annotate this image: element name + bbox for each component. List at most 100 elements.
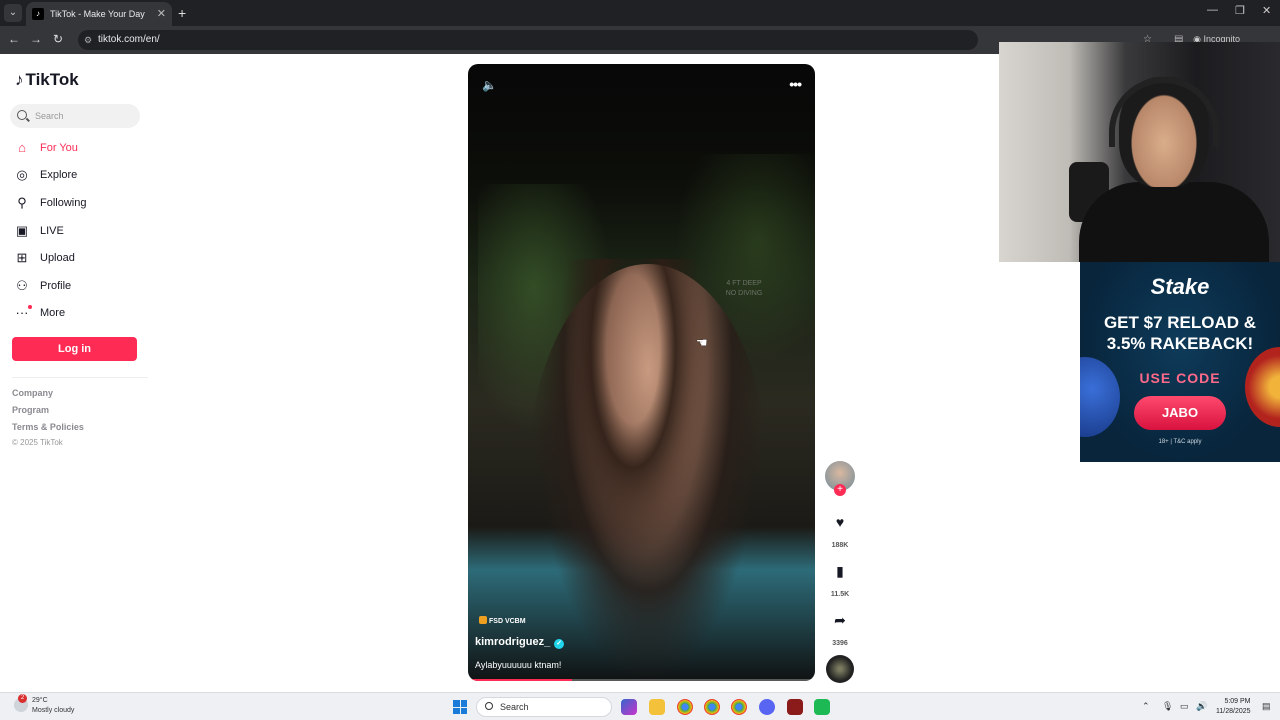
file-explorer-icon[interactable] [649,699,665,715]
chrome-icon[interactable] [677,699,693,715]
minimize-icon[interactable]: — [1207,4,1218,16]
video-caption: Aylabyuuuuuu ktnam! [475,660,562,670]
search-icon [17,110,27,120]
video-subject-hair [558,259,708,559]
footer-terms-link[interactable]: Terms & Policies [12,422,84,432]
tiktok-logo[interactable]: ♪ TikTok [15,70,79,90]
nav-label: Upload [40,252,75,264]
logo-text: TikTok [25,70,79,89]
site-info-icon[interactable]: ⚙ [84,30,92,50]
follow-plus-icon[interactable]: + [834,484,846,496]
tiktok-note-icon: ♪ [15,70,24,89]
ad-ball-graphic [1080,357,1120,437]
more-options-icon[interactable]: ••• [789,76,802,92]
network-icon[interactable]: ▭ [1180,701,1189,712]
video-author[interactable]: kimrodriguez_ ✓ [475,636,565,649]
taskbar-search-label: Search [500,702,529,712]
share-icon[interactable]: ➦ [829,609,851,631]
save-count: 11.5K [830,591,850,598]
nav-following[interactable]: ⚲ Following [12,192,86,214]
maximize-icon[interactable]: ❐ [1235,4,1245,17]
more-icon: ··· [14,305,32,321]
taskbar-search[interactable]: Search [476,697,612,717]
sidebar-divider [12,377,148,378]
browser-tab-bar: ⌄ ♪ TikTok - Make Your Day ✕ + — ❐ ✕ [0,0,1280,26]
discord-icon[interactable] [759,699,775,715]
nav-explore[interactable]: ◎ Explore [12,164,77,186]
ad-roulette-graphic [1245,347,1280,427]
streamer-webcam [999,42,1280,262]
microphone-tray-icon[interactable]: 🎙 [1162,701,1173,712]
ad-brand: Stake [1150,274,1210,299]
close-window-icon[interactable]: ✕ [1262,4,1271,17]
tray-overflow-icon[interactable]: ⌃ [1142,701,1150,712]
weather-widget[interactable]: 2 29°C Mostly cloudy [14,694,75,716]
tiktok-favicon-icon: ♪ [32,8,44,20]
clock-date: 11/28/2025 [1216,708,1251,715]
like-count: 188K [831,542,849,549]
volume-icon[interactable]: 🔊 [1196,701,1207,712]
nav-profile[interactable]: ⚇ Profile [12,275,71,297]
video-progress-bar[interactable] [468,679,815,681]
app-icon[interactable] [787,699,803,715]
copyright: © 2025 TikTok [12,438,63,447]
bookmark-icon[interactable]: ▮ [829,560,851,582]
weather-badge: 2 [18,694,27,703]
verified-icon: ✓ [554,639,565,649]
following-icon: ⚲ [17,195,27,210]
ad-terms: 18+ | T&C apply [1158,439,1202,445]
nav-upload[interactable]: ⊞ Upload [12,247,75,269]
footer-company-link[interactable]: Company [12,388,53,398]
ad-code-button[interactable]: JABO [1134,396,1226,430]
ad-use-code: USE CODE [1139,370,1221,386]
temperature: 29°C [32,697,48,704]
video-player[interactable]: 4 FT DEEP NO DIVING 🔈 ••• FSD VCBM kimro… [468,64,815,681]
tab-title: TikTok - Make Your Day [50,9,145,19]
footer-program-link[interactable]: Program [12,405,49,415]
streamer-body [1079,182,1269,262]
ad-headline-line: 3.5% RAKEBACK! [1106,334,1254,353]
login-button[interactable]: Log in [12,337,137,361]
nav-live[interactable]: ▣ LIVE [12,220,64,242]
browser-tab[interactable]: ♪ TikTok - Make Your Day ✕ [26,2,172,26]
video-progress-fill [468,679,573,681]
stake-ad[interactable]: Stake GET $7 RELOAD & 3.5% RAKEBACK! USE… [1080,262,1280,462]
clock-time: 5:09 PM [1224,698,1251,705]
back-icon[interactable]: ← [6,32,22,46]
tab-search-button[interactable]: ⌄ [4,4,22,22]
copilot-icon[interactable] [621,699,637,715]
notification-icon[interactable]: ▤ [1262,701,1271,712]
new-tab-button[interactable]: + [178,4,186,22]
like-heart-icon[interactable]: ♥ [829,511,851,533]
music-disc-icon[interactable] [826,655,854,683]
chrome-icon[interactable] [704,699,720,715]
video-badge[interactable]: FSD VCBM [479,616,526,625]
windows-start-icon[interactable] [453,700,467,714]
nav-label: More [40,307,66,319]
app-icon[interactable] [814,699,830,715]
badge-text: FSD VCBM [489,618,526,625]
reload-icon[interactable]: ↻ [50,32,66,46]
forward-icon[interactable]: → [28,32,44,46]
url-field[interactable]: ⚙ tiktok.com/en/ [78,30,978,50]
search-icon [485,702,493,710]
share-count: 3396 [832,640,848,647]
system-clock[interactable]: 5:09 PM 11/28/2025 [1216,697,1251,717]
nav-label: Profile [40,280,72,292]
badge-icon [479,616,487,624]
search-input[interactable]: Search [10,104,140,128]
nav-more[interactable]: ··· More [12,302,65,324]
search-placeholder: Search [35,111,64,121]
close-tab-icon[interactable]: ✕ [157,2,166,26]
chrome-icon[interactable] [731,699,747,715]
nav-for-you[interactable]: ⌂ For You [12,137,78,159]
windows-taskbar: 2 29°C Mostly cloudy Search ⌃ 🎙 ▭ 🔊 5:09… [0,692,1280,720]
profile-icon: ⚇ [16,278,28,293]
weather-text: Mostly cloudy [32,707,75,714]
ad-headline: GET $7 RELOAD & 3.5% RAKEBACK! [1085,312,1275,354]
notification-dot [28,305,32,309]
mute-icon[interactable]: 🔈 [482,78,497,92]
url-text: tiktok.com/en/ [98,34,160,45]
pool-sign: 4 FT DEEP NO DIVING [725,280,763,297]
upload-icon: ⊞ [16,250,28,265]
